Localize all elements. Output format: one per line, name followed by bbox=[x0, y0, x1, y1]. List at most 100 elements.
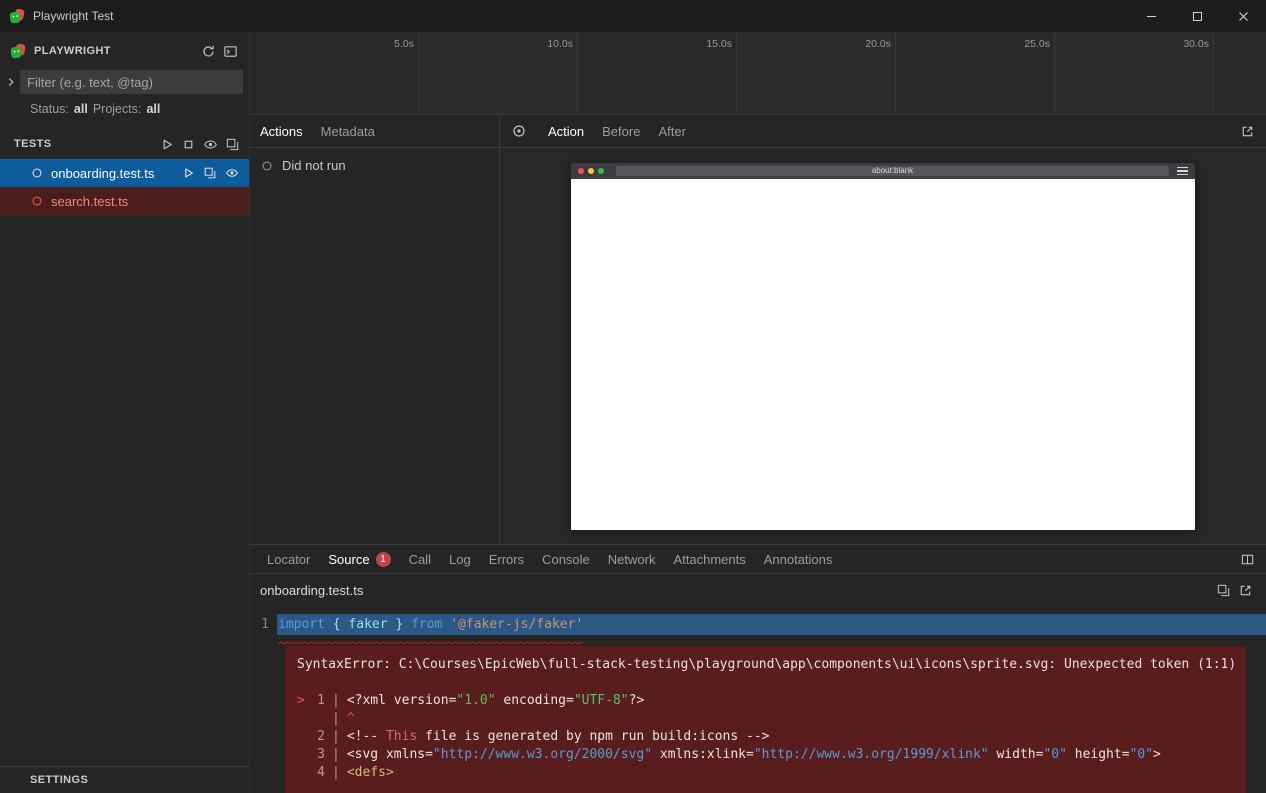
frame-caret-line: |^ bbox=[297, 710, 1234, 728]
window-controls bbox=[1128, 0, 1266, 32]
source-file-name: onboarding.test.ts bbox=[260, 583, 1212, 598]
tab-locator[interactable]: Locator bbox=[258, 552, 319, 567]
reload-button[interactable] bbox=[197, 40, 219, 62]
close-button[interactable] bbox=[1220, 0, 1266, 32]
timeline-segment: 10.0s bbox=[419, 32, 578, 114]
tab-actions[interactable]: Actions bbox=[260, 124, 303, 139]
test-row-onboarding[interactable]: onboarding.test.ts bbox=[0, 159, 249, 187]
code-text: import { faker } from '@faker-js/faker' bbox=[278, 614, 583, 635]
status-label: Status: bbox=[30, 102, 69, 116]
watch-test-button[interactable] bbox=[221, 162, 243, 184]
run-all-button[interactable] bbox=[155, 133, 177, 155]
watch-all-button[interactable] bbox=[199, 133, 221, 155]
bottom-panel: Locator Source1 Call Log Errors Console … bbox=[250, 545, 1266, 793]
traffic-light-zoom-icon bbox=[598, 168, 604, 174]
toggle-panel-layout-button[interactable] bbox=[1236, 548, 1258, 570]
timeline-spacer bbox=[250, 32, 260, 114]
snapshot-panel: Action Before After bbox=[500, 115, 1266, 544]
settings-title: SETTINGS bbox=[30, 774, 88, 786]
source-code-line: 1 import { faker } from '@faker-js/faker… bbox=[250, 614, 1266, 635]
tab-source[interactable]: Source1 bbox=[319, 552, 399, 567]
copy-file-path-button[interactable] bbox=[1212, 580, 1234, 602]
tab-call[interactable]: Call bbox=[400, 552, 440, 567]
projects-value: all bbox=[146, 102, 160, 116]
status-value: all bbox=[74, 102, 88, 116]
maximize-icon bbox=[1192, 11, 1203, 22]
timeline-segment: 15.0s bbox=[578, 32, 737, 114]
tab-after[interactable]: After bbox=[658, 124, 685, 139]
address-text: about:blank bbox=[872, 167, 913, 175]
tab-annotations[interactable]: Annotations bbox=[755, 552, 842, 567]
minimize-button[interactable] bbox=[1128, 0, 1174, 32]
filter-row bbox=[2, 70, 243, 94]
tests-title: TESTS bbox=[14, 138, 155, 150]
filter-input[interactable] bbox=[20, 70, 243, 94]
browser-chrome: about:blank bbox=[571, 163, 1195, 179]
file-copy-icon bbox=[203, 166, 217, 180]
playwright-logo-icon bbox=[9, 8, 25, 24]
traffic-light-close-icon bbox=[578, 168, 584, 174]
frame-line: 2|<!-- This file is generated by npm run… bbox=[297, 728, 1234, 746]
minimize-icon bbox=[1146, 11, 1157, 22]
frame-line: >1|<?xml version="1.0" encoding="UTF-8"?… bbox=[297, 692, 1234, 710]
projects-label: Projects: bbox=[93, 102, 142, 116]
frame-line: 4|<defs> bbox=[297, 764, 1234, 782]
sidebar: PLAYWRIGHT bbox=[0, 32, 250, 793]
timeline[interactable]: 5.0s 10.0s 15.0s 20.0s 25.0s 30.0s bbox=[250, 32, 1266, 115]
playwright-test-window: Playwright Test PLAYWRIGHT bbox=[0, 0, 1266, 793]
tab-log[interactable]: Log bbox=[440, 552, 480, 567]
sidebar-section-title: PLAYWRIGHT bbox=[34, 45, 197, 57]
eye-icon bbox=[203, 137, 218, 152]
close-icon bbox=[1238, 11, 1249, 22]
selected-code-line: import { faker } from '@faker-js/faker' bbox=[277, 614, 1266, 635]
error-code-frame: >1|<?xml version="1.0" encoding="UTF-8"?… bbox=[297, 692, 1234, 782]
terminal-icon bbox=[223, 44, 238, 59]
timeline-tick-label: 30.0s bbox=[1183, 38, 1209, 50]
actions-panel: Actions Metadata Did not run bbox=[250, 115, 500, 544]
copy-icon bbox=[1216, 583, 1231, 598]
external-link-icon bbox=[1238, 583, 1253, 598]
tab-network[interactable]: Network bbox=[599, 552, 665, 567]
tab-action[interactable]: Action bbox=[548, 124, 584, 139]
timeline-segment: 30.0s bbox=[1055, 32, 1214, 114]
open-file-external-button[interactable] bbox=[1234, 580, 1256, 602]
chevron-right-icon bbox=[4, 75, 18, 89]
test-row-actions bbox=[177, 162, 243, 184]
error-squiggle bbox=[278, 631, 583, 635]
test-row-search[interactable]: search.test.ts bbox=[0, 187, 249, 215]
toggle-output-button[interactable] bbox=[219, 40, 241, 62]
tab-errors[interactable]: Errors bbox=[480, 552, 533, 567]
traffic-light-minimize-icon bbox=[588, 168, 594, 174]
open-snapshot-external-button[interactable] bbox=[1236, 120, 1258, 142]
pick-locator-button[interactable] bbox=[508, 120, 530, 142]
filter-status-line: Status: all Projects: all bbox=[30, 102, 249, 116]
tests-header: TESTS bbox=[0, 132, 249, 156]
open-in-vscode-button[interactable] bbox=[199, 162, 221, 184]
stop-button[interactable] bbox=[177, 133, 199, 155]
source-view[interactable]: 1 import { faker } from '@faker-js/faker… bbox=[250, 607, 1266, 793]
tab-metadata[interactable]: Metadata bbox=[321, 124, 375, 139]
target-icon bbox=[511, 123, 527, 139]
stop-icon bbox=[181, 137, 196, 152]
tab-console[interactable]: Console bbox=[533, 552, 599, 567]
play-icon bbox=[159, 137, 174, 152]
collapse-all-button[interactable] bbox=[221, 133, 243, 155]
timeline-segment: 25.0s bbox=[896, 32, 1055, 114]
test-status-icon bbox=[30, 166, 44, 180]
frame-line: 3|<svg xmlns="http://www.w3.org/2000/svg… bbox=[297, 746, 1234, 764]
tab-attachments[interactable]: Attachments bbox=[664, 552, 754, 567]
eye-icon bbox=[225, 166, 239, 180]
test-name: onboarding.test.ts bbox=[51, 166, 177, 181]
snapshot-page bbox=[571, 179, 1195, 530]
test-failed-icon bbox=[30, 194, 44, 208]
tab-before[interactable]: Before bbox=[602, 124, 640, 139]
menu-icon bbox=[1177, 167, 1188, 176]
address-bar: about:blank bbox=[616, 166, 1169, 176]
snapshot-toolbar: Action Before After bbox=[500, 115, 1266, 148]
maximize-button[interactable] bbox=[1174, 0, 1220, 32]
run-test-button[interactable] bbox=[177, 162, 199, 184]
play-icon bbox=[181, 166, 195, 180]
settings-section[interactable]: SETTINGS bbox=[0, 766, 249, 793]
filter-expand-button[interactable] bbox=[2, 73, 20, 91]
browser-snapshot: about:blank bbox=[571, 163, 1195, 530]
